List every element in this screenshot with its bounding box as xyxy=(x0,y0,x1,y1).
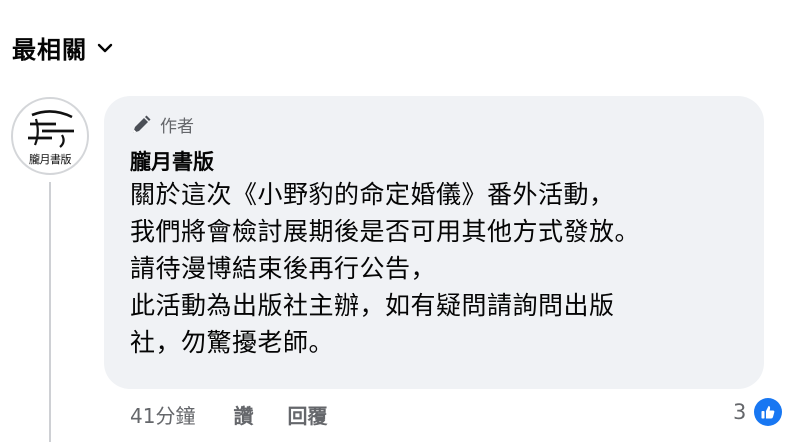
author-badge-label: 作者 xyxy=(160,117,194,137)
avatar-label: 朧月書版 xyxy=(29,153,72,166)
sort-dropdown[interactable]: 最相關 xyxy=(12,30,113,65)
comment-line: 我們將會檢討展期後是否可用其他方式發放。 xyxy=(130,217,641,246)
comment-line: 請待漫博結束後再行公告， xyxy=(130,254,437,283)
sort-label: 最相關 xyxy=(12,36,87,64)
comment-line: 此活動為出版社主辦，如有疑問請詢問出版 xyxy=(130,291,615,320)
chevron-down-icon xyxy=(97,43,113,52)
comment-text: 關於這次《小野豹的命定婚儀》番外活動， 我們將會檢討展期後是否可用其他方式發放。… xyxy=(130,176,750,361)
reaction-count: 3 xyxy=(733,400,747,424)
comment-timestamp[interactable]: 41分鐘 xyxy=(130,400,195,429)
like-button[interactable]: 讚 xyxy=(233,400,253,429)
comment-line: 關於這次《小野豹的命定婚儀》番外活動， xyxy=(130,180,615,209)
comment-bubble: 作者 朧月書版 關於這次《小野豹的命定婚儀》番外活動， 我們將會檢討展期後是否可… xyxy=(104,96,764,389)
author-badge: 作者 xyxy=(130,112,194,137)
avatar[interactable]: 朧月書版 xyxy=(11,97,89,175)
comment-actions: 41分鐘 讚 回覆 xyxy=(130,400,361,429)
reply-button[interactable]: 回覆 xyxy=(287,400,327,429)
reaction-summary[interactable]: 3 xyxy=(733,398,783,426)
pen-icon xyxy=(133,115,151,133)
like-reaction-icon xyxy=(754,398,783,426)
comment-author[interactable]: 朧月書版 xyxy=(130,146,214,176)
publisher-logo-icon xyxy=(28,110,74,148)
thread-line xyxy=(49,182,51,442)
comment-line: 社，勿驚擾老師。 xyxy=(130,328,335,357)
